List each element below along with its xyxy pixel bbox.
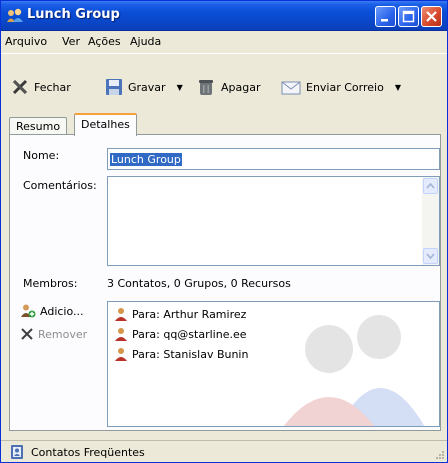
close-button-label: Fechar bbox=[34, 80, 71, 94]
menu-ver[interactable]: Ver bbox=[62, 35, 80, 48]
remove-member-label: Remover bbox=[38, 327, 88, 341]
members-list[interactable]: Para: Arthur Ramirez Para: qq@starline.e… bbox=[107, 301, 440, 427]
menu-acoes[interactable]: Ações bbox=[88, 35, 121, 48]
add-member-label: Adicio... bbox=[40, 304, 84, 318]
maximize-button[interactable] bbox=[398, 6, 419, 27]
delete-icon bbox=[199, 80, 213, 95]
list-item[interactable]: Para: Stanislav Bunin bbox=[114, 347, 248, 361]
details-panel: Nome: Lunch Group Comentários: Membros: … bbox=[9, 134, 441, 431]
members-summary: 3 Contatos, 0 Grupos, 0 Recursos bbox=[107, 277, 291, 290]
window-title: Lunch Group bbox=[27, 7, 120, 22]
save-icon bbox=[106, 79, 122, 95]
contact-icon bbox=[115, 348, 127, 361]
close-button[interactable]: Fechar bbox=[11, 76, 71, 98]
contacts-watermark-icon bbox=[283, 315, 425, 426]
remove-member-button[interactable]: Remover bbox=[20, 327, 87, 341]
resize-grip-icon[interactable] bbox=[433, 448, 445, 460]
send-mail-button-label: Enviar Correio bbox=[306, 80, 384, 94]
delete-button-label: Apagar bbox=[221, 80, 261, 94]
scroll-up-button[interactable] bbox=[423, 178, 438, 194]
comments-scrollbar[interactable] bbox=[422, 177, 439, 265]
member-name: Para: Arthur Ramirez bbox=[132, 307, 247, 321]
mail-icon bbox=[281, 81, 301, 95]
list-item[interactable]: Para: qq@starline.ee bbox=[114, 327, 247, 341]
save-button-label: Gravar bbox=[128, 80, 166, 94]
send-mail-button[interactable]: Enviar Correio ▼ bbox=[281, 76, 401, 98]
contact-icon bbox=[115, 328, 127, 341]
tab-detalhes[interactable]: Detalhes bbox=[74, 113, 137, 136]
save-button[interactable]: Gravar ▼ bbox=[105, 76, 183, 98]
status-text: Contatos Freqüentes bbox=[31, 446, 145, 459]
menu-bar: Arquivo Ver Ações Ajuda bbox=[1, 32, 447, 52]
comments-field[interactable] bbox=[107, 176, 440, 266]
close-x-icon bbox=[12, 79, 28, 95]
chevron-up-icon bbox=[426, 182, 435, 189]
menu-ajuda[interactable]: Ajuda bbox=[130, 35, 161, 48]
contact-group-window: Lunch Group Arquivo Ver Ações Ajuda Fech… bbox=[0, 0, 448, 463]
add-member-button[interactable]: Adicio... bbox=[20, 303, 84, 319]
name-field[interactable]: Lunch Group bbox=[107, 148, 440, 170]
add-contact-icon bbox=[21, 304, 36, 318]
name-field-value: Lunch Group bbox=[110, 153, 182, 166]
send-dropdown-arrow-icon[interactable]: ▼ bbox=[395, 83, 401, 92]
scroll-down-button[interactable] bbox=[423, 248, 438, 264]
toolbar: Fechar Gravar ▼ Apagar Enviar Correio ▼ bbox=[1, 53, 447, 109]
comments-label: Comentários: bbox=[23, 179, 97, 192]
list-item[interactable]: Para: Arthur Ramirez bbox=[114, 307, 246, 321]
member-name: Para: qq@starline.ee bbox=[132, 327, 247, 341]
close-window-button[interactable] bbox=[421, 6, 442, 27]
delete-button[interactable]: Apagar bbox=[196, 76, 261, 98]
title-bar[interactable]: Lunch Group bbox=[1, 1, 447, 31]
remove-x-icon bbox=[21, 328, 33, 340]
group-icon bbox=[7, 8, 23, 22]
menu-arquivo[interactable]: Arquivo bbox=[5, 35, 47, 48]
save-dropdown-arrow-icon[interactable]: ▼ bbox=[177, 83, 183, 92]
contact-icon bbox=[115, 308, 127, 321]
minimize-icon bbox=[381, 19, 388, 22]
name-label: Nome: bbox=[23, 149, 60, 162]
minimize-button[interactable] bbox=[375, 6, 396, 27]
status-bar: Contatos Freqüentes bbox=[1, 440, 447, 462]
maximize-icon bbox=[402, 10, 415, 23]
members-label: Membros: bbox=[23, 277, 78, 290]
chevron-down-icon bbox=[426, 253, 435, 260]
contacts-book-icon bbox=[11, 445, 23, 459]
member-name: Para: Stanislav Bunin bbox=[132, 347, 249, 361]
close-icon bbox=[426, 11, 437, 22]
